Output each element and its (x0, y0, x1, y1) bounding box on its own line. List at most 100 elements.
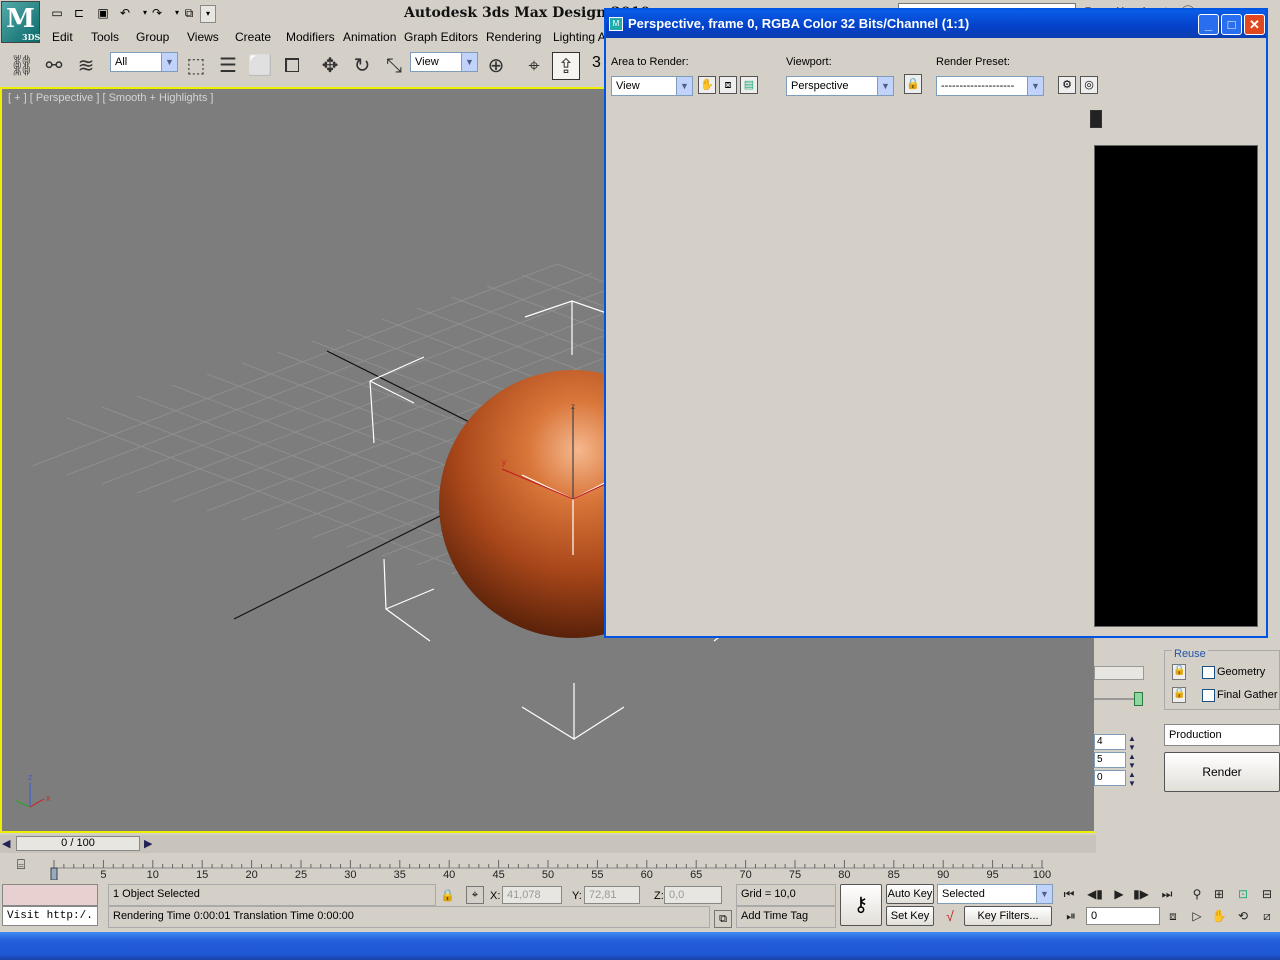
auto-key-button[interactable]: Auto Key (886, 884, 934, 904)
track-tick-label: 5 (100, 869, 106, 880)
spinner-1[interactable]: 4 (1094, 734, 1126, 750)
snaps-toggle[interactable]: 3 (592, 54, 601, 72)
track-bar[interactable]: ⌸ 05101520253035404550556065707580859095… (0, 854, 1096, 880)
select-link-icon[interactable]: ⛓ (8, 52, 36, 80)
render-setup-icon[interactable]: ⚙ (1058, 76, 1076, 94)
spinner-3[interactable]: 0 (1094, 770, 1126, 786)
key-set-dropdown[interactable]: Selected ▼ (937, 884, 1053, 904)
previous-frame-icon[interactable]: ◀▮ (1084, 884, 1106, 904)
time-slider[interactable]: ◀ 0 / 100 ▶ (0, 835, 1096, 853)
new-icon[interactable]: ▭ (48, 5, 66, 23)
key-mode-toggle-icon[interactable]: ⏯ (1060, 906, 1082, 926)
final-gather-checkbox[interactable] (1202, 689, 1215, 702)
render-button[interactable]: Render (1164, 752, 1280, 792)
select-manipulate-icon[interactable]: ⌖ (520, 52, 548, 80)
orbit-icon[interactable]: ⟲ (1232, 906, 1254, 926)
rendered-frame-window[interactable]: Perspective, frame 0, RGBA Color 32 Bits… (604, 8, 1268, 638)
go-to-end-icon[interactable]: ⏭ (1156, 884, 1178, 904)
maxscript-listener-top[interactable] (2, 884, 98, 906)
zoom-icon[interactable]: ⚲ (1186, 884, 1208, 904)
edit-region-icon[interactable]: ✋ (698, 76, 716, 94)
time-slider-next-icon[interactable]: ▶ (144, 837, 152, 850)
field-of-view-icon[interactable]: ▷ (1186, 906, 1208, 926)
quality-field[interactable] (1094, 666, 1144, 680)
pan-view-icon[interactable]: ✋ (1208, 906, 1230, 926)
set-key-icon[interactable]: ⚷ (840, 884, 882, 926)
maximize-viewport-icon[interactable]: ⧄ (1256, 906, 1278, 926)
window-crossing-icon[interactable]: ⧠ (278, 52, 306, 80)
rectangular-selection-icon[interactable]: ⬜ (246, 52, 274, 80)
selection-lock-icon[interactable]: 🔒 (440, 888, 455, 902)
production-dropdown[interactable]: Production (1164, 724, 1280, 746)
keyboard-shortcut-override-icon[interactable]: ⇪ (552, 52, 580, 80)
lock-viewport-icon[interactable]: 🔒 (904, 74, 922, 94)
select-move-icon[interactable]: ✥ (316, 52, 344, 80)
application-button[interactable]: M 3DS (1, 1, 40, 43)
geometry-lock-icon[interactable]: 🔒 (1172, 664, 1186, 680)
maximize-button[interactable]: □ (1221, 14, 1242, 35)
select-by-name-icon[interactable]: ☰ (214, 52, 242, 80)
project-folder-icon[interactable]: ⧉ (180, 5, 198, 23)
maxscript-listener-input[interactable]: Visit http:/. (2, 906, 98, 926)
geometry-checkbox[interactable] (1202, 666, 1215, 679)
time-slider-thumb[interactable]: 0 / 100 (16, 836, 140, 851)
add-time-tag[interactable]: Add Time Tag (736, 906, 836, 928)
spinner-arrows-icon[interactable]: ▲ ▼ (1128, 770, 1136, 788)
redo-icon[interactable]: ↷ (148, 5, 166, 23)
open-icon[interactable]: ⊏ (70, 5, 88, 23)
spinner-2[interactable]: 5 (1094, 752, 1126, 768)
menu-views[interactable]: Views (187, 28, 219, 47)
menu-edit[interactable]: Edit (52, 28, 73, 47)
menu-graph-editors[interactable]: Graph Editors (404, 28, 478, 47)
spinner-arrows-icon[interactable]: ▲ ▼ (1128, 734, 1136, 752)
region-select-icon[interactable]: ▤ (740, 76, 758, 94)
render-preset-dropdown[interactable]: -------------------- ▼ (936, 76, 1044, 96)
time-tag-icon[interactable]: ⧉ (714, 910, 732, 928)
menu-modifiers[interactable]: Modifiers (286, 28, 335, 47)
use-pivot-center-icon[interactable]: ⊕ (482, 52, 510, 80)
save-icon[interactable]: ▣ (94, 5, 112, 23)
menu-tools[interactable]: Tools (91, 28, 119, 47)
spinner-arrows-icon[interactable]: ▲ ▼ (1128, 752, 1136, 770)
go-to-start-icon[interactable]: ⏮ (1058, 884, 1080, 904)
menu-animation[interactable]: Animation (343, 28, 396, 47)
selection-filter-dropdown[interactable]: All ▼ (110, 52, 178, 72)
current-frame-field[interactable]: 0 (1086, 907, 1160, 925)
minimize-button[interactable]: _ (1198, 14, 1219, 35)
zoom-all-icon[interactable]: ⊞ (1208, 884, 1230, 904)
time-slider-prev-icon[interactable]: ◀ (2, 837, 10, 850)
time-configuration-icon[interactable]: ⧈ (1162, 906, 1184, 926)
select-rotate-icon[interactable]: ↻ (348, 52, 376, 80)
undo-icon[interactable]: ↶ (116, 5, 134, 23)
render-window-title-bar[interactable]: Perspective, frame 0, RGBA Color 32 Bits… (606, 10, 1266, 38)
menu-rendering[interactable]: Rendering (486, 28, 541, 47)
z-coord-field[interactable]: 0,0 (664, 886, 722, 904)
area-to-render-dropdown[interactable]: View ▼ (611, 76, 693, 96)
y-coord-field[interactable]: 72,81 (584, 886, 640, 904)
unlink-icon[interactable]: ⚯ (40, 52, 68, 80)
viewport-dropdown[interactable]: Perspective ▼ (786, 76, 894, 96)
bind-space-warp-icon[interactable]: ≋ (72, 52, 100, 80)
zoom-extents-all-icon[interactable]: ⊟ (1256, 884, 1278, 904)
final-gather-lock-icon[interactable]: 🔒 (1172, 687, 1186, 703)
set-key-button[interactable]: Set Key (886, 906, 934, 926)
environment-icon[interactable]: ◎ (1080, 76, 1098, 94)
absolute-mode-icon[interactable]: ⌖ (466, 886, 484, 904)
reference-coordinate-dropdown[interactable]: View ▼ (410, 52, 478, 72)
menu-lighting-analysis[interactable]: Lighting Ar (553, 28, 610, 47)
zoom-extents-icon[interactable]: ⊡ (1232, 884, 1254, 904)
auto-region-icon[interactable]: ⧈ (719, 76, 737, 94)
key-filters-button[interactable]: Key Filters... (964, 906, 1052, 926)
close-button[interactable]: ✕ (1244, 14, 1265, 35)
quality-slider-thumb[interactable] (1134, 692, 1143, 706)
menu-create[interactable]: Create (235, 28, 271, 47)
select-object-icon[interactable]: ⬚ (182, 52, 210, 80)
select-scale-icon[interactable]: ⤡ (380, 52, 408, 80)
default-tangent-icon[interactable]: √ (940, 908, 960, 926)
quick-access-dropdown-icon[interactable]: ▾ (200, 5, 216, 23)
menu-group[interactable]: Group (136, 28, 169, 47)
play-icon[interactable]: ▶ (1108, 884, 1130, 904)
next-frame-icon[interactable]: ▮▶ (1130, 884, 1152, 904)
channel-display-icon[interactable] (1090, 110, 1102, 128)
x-coord-field[interactable]: 41,078 (502, 886, 562, 904)
